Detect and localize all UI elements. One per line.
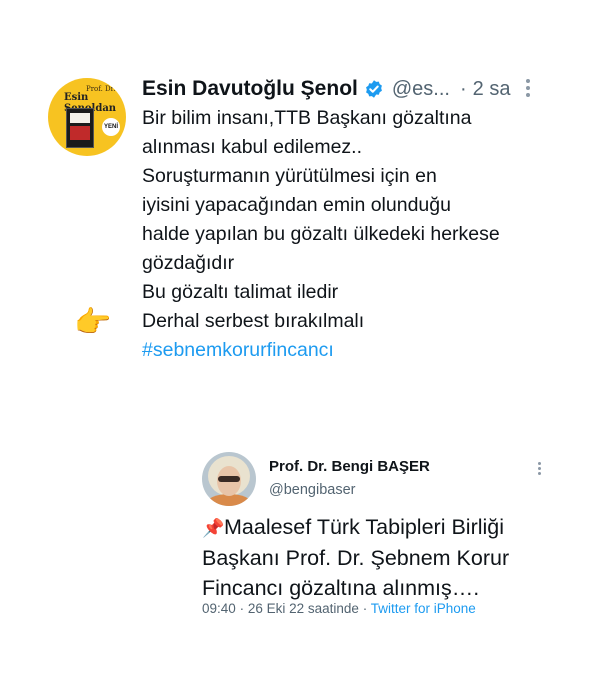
book-cover-image: [66, 108, 94, 148]
pointing-hand-icon: 👉: [74, 306, 112, 339]
main-tweet: Prof. Dr. Esin Şenoldan YENİ Esin Davuto…: [0, 0, 602, 400]
quoted-author-avatar[interactable]: [202, 452, 256, 506]
tweet-time[interactable]: 2 sa: [473, 78, 511, 101]
quoted-author-name[interactable]: Prof. Dr. Bengi BAŞER: [269, 458, 430, 475]
pushpin-icon: 📌: [202, 518, 225, 538]
tweet-text-line: Derhal serbest bırakılmalı: [142, 310, 365, 332]
tweet-text: Bir bilim insanı,TTB Başkanı gözaltına a…: [142, 104, 582, 365]
quoted-text-line: Fincancı gözaltına alınmış….: [202, 576, 480, 600]
quoted-author-handle[interactable]: @bengibaser: [269, 482, 355, 498]
more-options-icon[interactable]: [522, 76, 534, 102]
author-avatar[interactable]: Prof. Dr. Esin Şenoldan YENİ: [48, 78, 126, 156]
hashtag-link[interactable]: #sebnemkorurfincancı: [142, 336, 582, 365]
tweet-text-line: Soruşturmanın yürütülmesi için en: [142, 165, 437, 187]
avatar-new-badge: YENİ: [102, 118, 120, 136]
author-handle[interactable]: @es...: [392, 78, 450, 101]
header-separator: ·: [459, 77, 467, 100]
meta-separator: ·: [362, 601, 368, 616]
quoted-text-line: Başkanı Prof. Dr. Şebnem Korur: [202, 546, 510, 570]
tweet-text-line: halde yapılan bu gözaltı ülkedeki herkes…: [142, 223, 500, 245]
tweet-text-line: iyisini yapacağından emin olunduğu: [142, 194, 451, 216]
quoted-date[interactable]: 26 Eki 22 saatinde: [248, 601, 359, 616]
quoted-time[interactable]: 09:40: [202, 601, 236, 616]
tweet-text-line: Bu gözaltı talimat iledir: [142, 281, 339, 303]
tweet-text-line: gözdağıdır: [142, 252, 235, 274]
quoted-tweet-text: 📌Maalesef Türk Tabipleri Birliği Başkanı…: [202, 512, 592, 603]
tweet-source-link[interactable]: Twitter for iPhone: [371, 601, 476, 616]
quoted-more-options-icon[interactable]: [534, 460, 544, 480]
quoted-text-line: 📌Maalesef Türk Tabipleri Birliği: [202, 512, 592, 543]
tweet-header: Esin Davutoğlu Şenol @es... · 2 sa: [142, 76, 562, 102]
verified-badge-icon: [365, 80, 382, 98]
meta-separator: ·: [239, 601, 245, 616]
tweet-text-line: Bir bilim insanı,TTB Başkanı gözaltına: [142, 107, 472, 129]
quoted-tweet-meta: 09:40 · 26 Eki 22 saatinde · Twitter for…: [202, 601, 476, 616]
tweet-text-line: alınması kabul edilemez..: [142, 136, 363, 158]
quoted-tweet: Prof. Dr. Bengi BAŞER @bengibaser 📌Maale…: [140, 420, 602, 650]
author-name[interactable]: Esin Davutoğlu Şenol: [142, 77, 358, 101]
